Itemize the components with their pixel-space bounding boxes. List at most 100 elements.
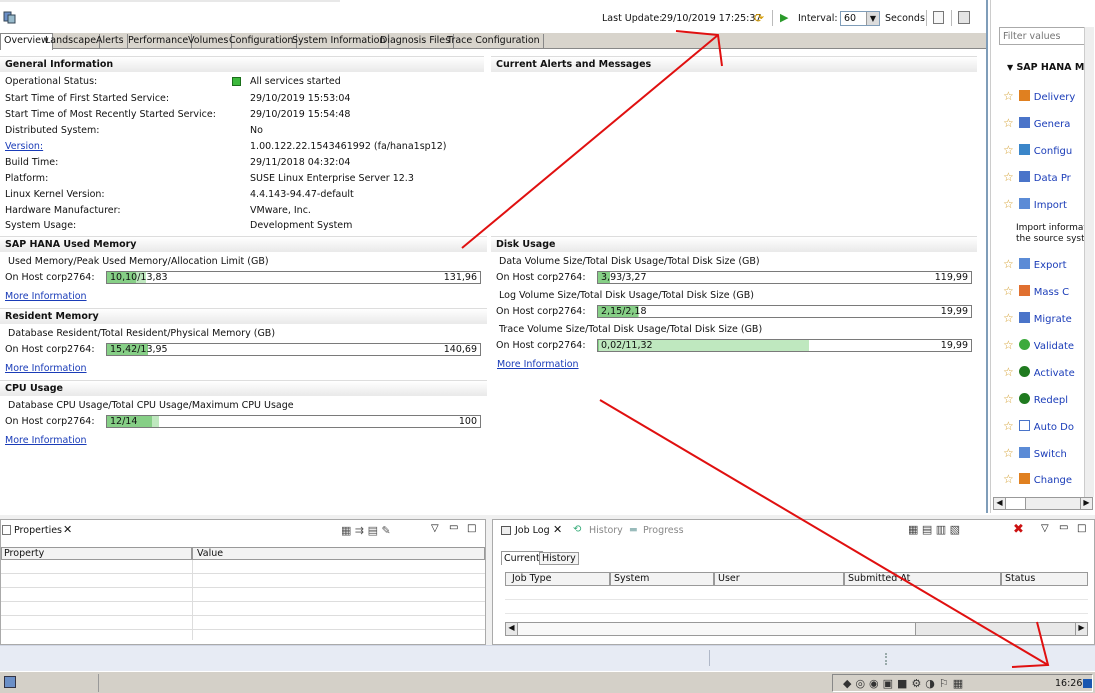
close-icon[interactable]: ✕ [553, 523, 562, 536]
tab-configuration[interactable]: Configuration [226, 34, 298, 49]
close-icon[interactable]: ✕ [63, 523, 72, 536]
property-column-header[interactable]: Property [1, 547, 192, 560]
label-recent-start: Start Time of Most Recently Started Serv… [5, 109, 216, 120]
migrate-icon [1018, 312, 1030, 323]
log-volume-max: 19,99 [940, 306, 968, 317]
scroll-left-icon[interactable]: ◀ [506, 623, 518, 635]
star-icon[interactable]: ☆ [1003, 143, 1014, 157]
sap-hana-section-header[interactable]: ▼ SAP HANA Mo [1007, 62, 1091, 73]
data-volume-value: 3,93/3,27 [601, 272, 647, 283]
col-status[interactable]: Status [1001, 572, 1088, 586]
auto-refresh-icon[interactable]: ▶ [780, 11, 788, 24]
document-icon [1018, 420, 1030, 431]
star-icon[interactable]: ☆ [1003, 116, 1014, 130]
tab-diagnosis-files[interactable]: Diagnosis Files [377, 34, 455, 49]
used-memory-value: 10,10/13,83 [110, 272, 168, 283]
seconds-label: Seconds [885, 13, 925, 24]
star-icon[interactable]: ☆ [1003, 446, 1014, 460]
star-icon[interactable]: ☆ [1003, 89, 1014, 103]
item-general[interactable]: ☆ Genera [1003, 116, 1070, 130]
star-icon[interactable]: ☆ [1003, 419, 1014, 433]
col-job-type[interactable]: Job Type [505, 572, 610, 586]
delete-icon[interactable]: ✖ [1013, 522, 1024, 537]
refresh-icon[interactable]: ⟳ [754, 11, 764, 25]
resident-memory-more-link[interactable]: More Information [5, 363, 87, 374]
tab-performance[interactable]: Performance [125, 34, 193, 49]
cpu-usage-more-link[interactable]: More Information [5, 435, 87, 446]
item-configure[interactable]: ☆ Configu [1003, 143, 1072, 157]
used-memory-more-link[interactable]: More Information [5, 291, 87, 302]
history-tab[interactable]: History [589, 525, 623, 536]
item-data-provisioning[interactable]: ☆ Data Pr [1003, 170, 1071, 184]
history-icon: ⟲ [573, 524, 582, 535]
item-activate[interactable]: ☆ Activate [1003, 365, 1075, 379]
tab-trace-configuration[interactable]: Trace Configuration [444, 34, 544, 49]
star-icon[interactable]: ☆ [1003, 392, 1014, 406]
item-mass-copy[interactable]: ☆ Mass C [1003, 284, 1069, 298]
document-icon[interactable] [933, 11, 944, 24]
tab-system-information[interactable]: System Information [289, 34, 390, 49]
item-switch[interactable]: ☆ Switch [1003, 446, 1067, 460]
history-subtab[interactable]: History [539, 552, 579, 565]
label-operational-status: Operational Status: [5, 76, 98, 87]
tab-landscape[interactable]: Landscape [42, 34, 101, 49]
star-icon[interactable]: ☆ [1003, 257, 1014, 271]
item-validate[interactable]: ☆ Validate [1003, 338, 1074, 352]
star-icon[interactable]: ☆ [1003, 284, 1014, 298]
star-icon[interactable]: ☆ [1003, 197, 1014, 211]
scroll-thumb[interactable] [518, 623, 916, 635]
tray-icons[interactable]: ◆◎◉▣■⚙◑⚐▦ [843, 677, 967, 690]
minimize-icon[interactable]: ▭ [449, 522, 458, 533]
overview-editor: Last Update: 29/10/2019 17:25:37 ⟳ ▶ Int… [0, 0, 988, 513]
app-icon[interactable] [4, 676, 16, 688]
properties-tab[interactable]: Properties [14, 525, 62, 536]
col-submitted-at[interactable]: Submitted At [844, 572, 1001, 586]
tab-alerts[interactable]: Alerts [93, 34, 128, 49]
view-menu-icon[interactable]: ▽ [431, 523, 439, 534]
job-grid: Job Type System User Submitted At Status [505, 572, 1088, 626]
vertical-scrollbar[interactable] [1084, 27, 1094, 497]
horizontal-scrollbar[interactable]: ◀ ▶ [993, 497, 1093, 510]
item-export[interactable]: ☆ Export [1003, 257, 1067, 271]
job-log-tab[interactable]: Job Log [515, 525, 550, 536]
col-system[interactable]: System [610, 572, 714, 586]
value-recent-start: 29/10/2019 15:54:48 [250, 109, 351, 120]
progress-tab[interactable]: Progress [643, 525, 684, 536]
scroll-right-icon[interactable]: ▶ [1075, 623, 1087, 635]
filter-input[interactable] [999, 27, 1089, 45]
star-icon[interactable]: ☆ [1003, 338, 1014, 352]
item-change[interactable]: ☆ Change [1003, 472, 1072, 486]
item-delivery[interactable]: ☆ Delivery [1003, 89, 1075, 103]
view-menu-icon[interactable]: ▽ [1041, 523, 1049, 534]
star-icon[interactable]: ☆ [1003, 365, 1014, 379]
scroll-left-icon[interactable]: ◀ [994, 498, 1006, 509]
star-icon[interactable]: ☆ [1003, 311, 1014, 325]
chevron-down-icon[interactable]: ▼ [866, 12, 879, 25]
disk-usage-more-link[interactable]: More Information [497, 359, 579, 370]
interval-select[interactable]: 60 ▼ [840, 11, 880, 26]
item-import[interactable]: ☆ Import [1003, 197, 1067, 211]
col-user[interactable]: User [714, 572, 844, 586]
star-icon[interactable]: ☆ [1003, 472, 1014, 486]
maximize-icon[interactable]: □ [467, 523, 476, 534]
scroll-right-icon[interactable]: ▶ [1080, 498, 1092, 509]
value-column-header[interactable]: Value [192, 547, 485, 560]
export-icon[interactable] [958, 11, 970, 24]
scroll-thumb[interactable] [1006, 498, 1026, 509]
item-redeploy[interactable]: ☆ Redepl [1003, 392, 1068, 406]
job-grid-scrollbar[interactable]: ◀ ▶ [505, 622, 1088, 636]
used-memory-header: SAP HANA Used Memory [0, 236, 487, 252]
job-toolbar-icons[interactable]: ▦ ▤ ▥ ▧ [908, 523, 960, 536]
current-subtab[interactable]: Current [501, 551, 543, 565]
show-desktop-icon[interactable] [1083, 679, 1092, 688]
maximize-icon[interactable]: □ [1077, 523, 1086, 534]
section-label: SAP HANA Mo [1016, 62, 1091, 73]
resident-memory-subtitle: Database Resident/Total Resident/Physica… [8, 328, 276, 339]
minimize-icon[interactable]: ▭ [1059, 522, 1068, 533]
star-icon[interactable]: ☆ [1003, 170, 1014, 184]
item-migrate[interactable]: ☆ Migrate [1003, 311, 1072, 325]
item-auto-documentation[interactable]: ☆ Auto Do [1003, 419, 1074, 433]
resident-memory-max: 140,69 [443, 344, 477, 355]
properties-toolbar-icons[interactable]: ▦ ⇉ ▤ ✎ [341, 524, 391, 537]
version-link[interactable]: Version: [5, 141, 43, 152]
